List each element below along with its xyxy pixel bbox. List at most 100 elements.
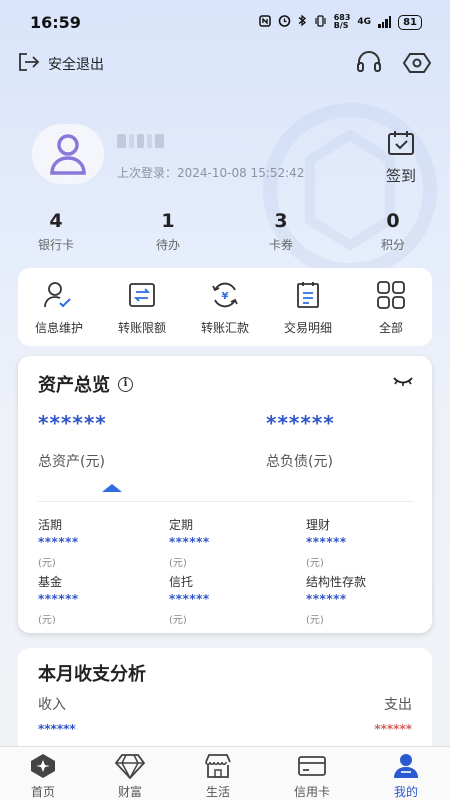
total-assets-value: ****** [38,411,107,435]
avatar[interactable] [32,124,104,184]
tab-credit-card[interactable]: 信用卡 [277,753,347,800]
income-label: 收入 [38,697,66,713]
asset-item-label: 理财 [306,518,331,532]
calendar-check-icon [387,130,415,160]
masked-username [117,134,164,148]
asset-item-unit: (元) [306,615,324,626]
stat-value: 0 [386,210,400,232]
asset-item-label: 信托 [169,575,194,589]
asset-item-value: ****** [169,592,210,606]
vibrate-icon [314,14,327,30]
svg-text:¥: ¥ [222,291,229,302]
quick-action-remittance[interactable]: ¥ 转账汇款 [184,280,266,336]
total-liabilities-label: 总负债(元) [266,454,333,470]
status-bar: 16:59 683 B/S 4G 81 [0,0,450,44]
remittance-icon: ¥ [184,280,266,310]
stat-label: 银行卡 [37,238,74,252]
asset-item-value: ****** [38,592,79,606]
tab-label: 财富 [117,785,142,799]
quick-action-label: 信息维护 [34,321,83,335]
tab-mine[interactable]: 我的 [371,753,441,800]
expense-label: 支出 [384,697,412,713]
stat-value: 1 [161,210,175,232]
stat-value: 3 [274,210,288,232]
top-bar: 安全退出 [0,50,450,82]
person-avatar-icon [50,134,86,175]
transaction-detail-icon [267,280,349,310]
last-login-time: 上次登录：2024-10-08 15:52:42 [117,166,305,180]
stats-row: 4 银行卡 1 待办 3 卡券 0 积分 [0,210,450,260]
stat-label: 积分 [380,238,405,252]
grid-icon [350,280,432,310]
stat-bank-cards[interactable]: 4 银行卡 [21,210,91,253]
quick-action-label: 转账限额 [117,321,166,335]
signal-icon [378,16,392,28]
asset-item-value: ****** [306,535,347,549]
network-type: 4G [357,17,372,27]
asset-item-demand-deposit[interactable]: 活期 ****** (元) [38,516,158,569]
bluetooth-icon [298,14,307,30]
asset-item-trust[interactable]: 信托 ****** (元) [169,573,289,626]
asset-item-value: ****** [306,592,347,606]
stat-value: 4 [49,210,63,232]
stat-points[interactable]: 0 积分 [358,210,428,253]
tab-label: 生活 [205,785,230,799]
sign-in-label: 签到 [385,167,416,185]
user-edit-icon [18,280,100,310]
asset-item-label: 活期 [38,518,63,532]
logout-label: 安全退出 [48,57,104,73]
asset-item-wealth-management[interactable]: 理财 ****** (元) [306,516,426,569]
tab-label: 首页 [30,785,55,799]
stat-label: 待办 [155,238,180,252]
logout-button[interactable]: 安全退出 [18,52,104,76]
asset-item-label: 基金 [38,575,63,589]
quick-action-all[interactable]: 全部 [350,280,432,336]
logout-icon [18,52,40,76]
divider [38,501,414,502]
home-icon [8,753,78,779]
tab-home[interactable]: 首页 [8,753,78,800]
asset-overview-title: 资产总览 i [38,371,133,397]
tab-wealth[interactable]: 财富 [95,753,165,800]
stat-label: 卡券 [268,238,293,252]
asset-item-label: 结构性存款 [306,575,367,589]
status-icons: 683 B/S 4G 81 [258,14,422,30]
status-time: 16:59 [30,13,81,32]
tab-life[interactable]: 生活 [183,753,253,800]
stat-coupons[interactable]: 3 卡券 [246,210,316,253]
asset-item-unit: (元) [169,558,187,569]
stat-todo[interactable]: 1 待办 [133,210,203,253]
asset-item-unit: (元) [38,558,56,569]
total-assets-label: 总资产(元) [38,454,105,470]
diamond-icon [95,753,165,779]
asset-item-unit: (元) [306,558,324,569]
headset-icon[interactable] [355,50,383,80]
asset-item-unit: (元) [38,615,56,626]
profile-section: 上次登录：2024-10-08 15:52:42 签到 [0,122,450,192]
quick-action-label: 交易明细 [283,321,332,335]
asset-item-fund[interactable]: 基金 ****** (元) [38,573,158,626]
eye-icon[interactable] [402,50,432,80]
battery-indicator: 81 [398,14,422,30]
asset-item-value: ****** [38,535,79,549]
quick-action-info-maintenance[interactable]: 信息维护 [18,280,100,336]
tab-label: 我的 [393,785,418,799]
nfc-icon [258,14,271,30]
quick-actions-card: 信息维护 转账限额 ¥ 转账汇款 交易明细 全部 [18,268,432,346]
sign-in-button[interactable]: 签到 [386,130,416,186]
info-icon[interactable]: i [118,376,133,392]
transfer-limit-icon [101,280,183,310]
total-liabilities-value: ****** [266,411,335,435]
quick-action-transfer-limit[interactable]: 转账限额 [101,280,183,336]
asset-item-value: ****** [169,535,210,549]
asset-item-structured-deposit[interactable]: 结构性存款 ****** (元) [306,573,426,626]
asset-item-time-deposit[interactable]: 定期 ****** (元) [169,516,289,569]
eye-closed-icon[interactable] [392,374,414,393]
quick-action-transaction-details[interactable]: 交易明细 [267,280,349,336]
asset-title-text: 资产总览 [38,375,110,396]
quick-action-label: 全部 [378,321,403,335]
person-icon [371,753,441,779]
asset-item-unit: (元) [169,615,187,626]
net-speed-unit: B/S [333,21,349,30]
asset-overview-card: 资产总览 i ****** ****** 总资产(元) 总负债(元) 活期 **… [18,356,432,633]
